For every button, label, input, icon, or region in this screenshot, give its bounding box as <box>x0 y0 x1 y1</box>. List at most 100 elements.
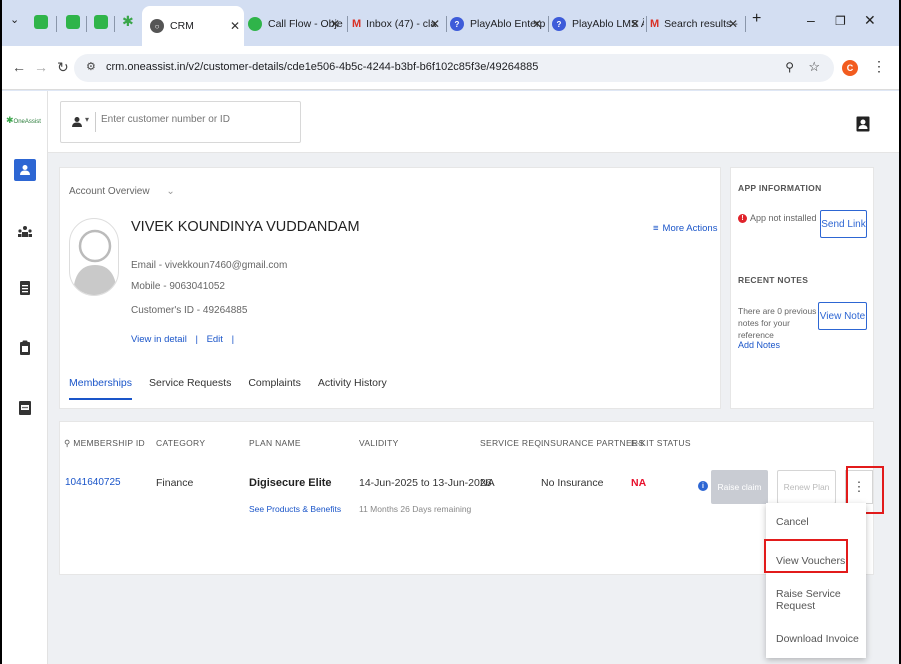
profile-avatar[interactable]: C <box>842 60 858 76</box>
tab-activity-history[interactable]: Activity History <box>318 377 387 400</box>
person-icon <box>20 165 30 175</box>
alert-icon: ! <box>738 214 747 223</box>
tab-service-requests[interactable]: Service Requests <box>149 377 231 400</box>
tab-playablo-enterprise[interactable]: ? PlayAblo Enterp ✕ <box>450 10 546 38</box>
sidebar-item-clipboard[interactable] <box>14 337 36 359</box>
customer-name: VIVEK KOUNDINYA VUDDANDAM <box>131 219 360 235</box>
forward-icon[interactable]: → <box>34 59 48 75</box>
close-icon[interactable]: ✕ <box>728 17 738 31</box>
new-tab-button[interactable]: + <box>752 10 761 28</box>
close-icon[interactable]: ✕ <box>330 17 340 31</box>
header-label: MEMBERSHIP ID <box>73 438 145 448</box>
app-status: App not installed <box>750 213 817 223</box>
validity-value: 14-Jun-2025 to 13-Jun-2026 <box>359 477 492 489</box>
row-actions-menu: Cancel View Vouchers Raise Service Reque… <box>766 503 866 658</box>
person-dropdown-icon[interactable] <box>71 116 83 128</box>
renew-plan-button[interactable]: Renew Plan <box>777 470 836 504</box>
list-icon: ≡ <box>653 223 659 234</box>
site-info-icon[interactable]: ⚙ <box>86 60 96 73</box>
chevron-down-icon[interactable]: ⌄ <box>166 186 174 197</box>
add-notes-link[interactable]: Add Notes <box>738 340 780 350</box>
sidebar-item-documents[interactable] <box>14 277 36 299</box>
kebab-menu-icon[interactable]: ⋮ <box>872 58 886 75</box>
more-actions-button[interactable]: ≡ More Actions <box>653 223 717 234</box>
tab-call-flow[interactable]: Call Flow - Obje ✕ <box>248 10 344 38</box>
close-icon[interactable]: ✕ <box>532 17 542 31</box>
sidebar: ✱OneAssist <box>2 91 48 664</box>
menu-item-download-invoice[interactable]: Download Invoice <box>766 620 866 658</box>
customer-mobile: Mobile - 9063041052 <box>131 281 225 292</box>
zoom-icon[interactable]: ⚲ <box>785 60 794 74</box>
close-window-icon[interactable]: ✕ <box>864 12 876 29</box>
info-icon[interactable]: i <box>698 481 708 491</box>
close-icon[interactable]: ✕ <box>230 19 240 33</box>
minimize-icon[interactable]: – <box>807 12 815 28</box>
pinned-tab-icon[interactable] <box>66 15 80 29</box>
oneassist-logo[interactable]: ✱OneAssist <box>6 115 41 126</box>
sidebar-item-customer[interactable] <box>14 159 36 181</box>
recent-notes-title: RECENT NOTES <box>738 275 809 285</box>
header-membership-id: ⚲ MEMBERSHIP ID <box>64 438 145 449</box>
plan-name-value: Digisecure Elite <box>249 477 332 489</box>
highlight-box <box>764 539 848 573</box>
chevron-down-icon[interactable]: ▾ <box>85 115 89 124</box>
search-input[interactable] <box>101 114 291 125</box>
menu-item-raise-service-request[interactable]: Raise Service Request <box>766 581 866 619</box>
membership-id-link[interactable]: 1041640725 <box>65 477 121 488</box>
address-bar-row: ← → ↻ ⚙ crm.oneassist.in/v2/customer-det… <box>2 46 899 90</box>
oneassist-tab-icon[interactable]: ✱ <box>122 13 134 30</box>
header-service-req: SERVICE REQ. <box>480 438 544 448</box>
view-in-detail-link[interactable]: View in detail <box>131 334 187 345</box>
tab-crm[interactable]: ○ CRM ✕ <box>142 6 244 46</box>
browser-window: ⌄ ✱ ○ CRM ✕ Call Flow - Obje ✕ M Inbox (… <box>2 0 899 664</box>
address-bar[interactable]: ⚙ crm.oneassist.in/v2/customer-details/c… <box>74 54 834 82</box>
memberships-table: ⚲ MEMBERSHIP ID CATEGORY PLAN NAME VALID… <box>59 421 874 575</box>
contact-card-icon[interactable] <box>856 116 870 132</box>
pinned-tab-icon[interactable] <box>34 15 48 29</box>
tab-playablo-lms[interactable]: ? PlayAblo LMS Â ✕ <box>552 10 644 38</box>
see-products-link[interactable]: See Products & Benefits <box>249 504 341 514</box>
tab-memberships[interactable]: Memberships <box>69 377 133 400</box>
tab-inbox[interactable]: M Inbox (47) - cla ✕ <box>352 10 444 38</box>
tab-label: Inbox (47) - cla <box>366 18 437 30</box>
tab-complaints[interactable]: Complaints <box>248 377 301 400</box>
close-icon[interactable]: ✕ <box>430 17 440 31</box>
header-category: CATEGORY <box>156 438 206 448</box>
tab-search-results[interactable]: M Search results - ✕ <box>650 10 742 38</box>
menu-item-cancel[interactable]: Cancel <box>766 503 866 541</box>
more-actions-label: More Actions <box>662 223 718 234</box>
account-overview-card: Account Overview ⌄ VIVEK KOUNDINYA VUDDA… <box>59 167 721 409</box>
header-validity: VALIDITY <box>359 438 399 448</box>
sidebar-item-chat[interactable] <box>14 397 36 419</box>
customer-search[interactable]: ▾ <box>60 101 301 143</box>
document-icon <box>20 281 30 295</box>
app-info-title: APP INFORMATION <box>738 183 822 193</box>
pinned-tab-icon[interactable] <box>94 15 108 29</box>
restore-icon[interactable]: ❐ <box>835 14 846 28</box>
gmail-icon: M <box>352 18 362 30</box>
account-overview-label[interactable]: Account Overview ⌄ <box>69 186 175 197</box>
gmail-icon: M <box>650 18 660 30</box>
reload-icon[interactable]: ↻ <box>57 59 69 76</box>
send-link-button[interactable]: Send Link <box>820 210 867 238</box>
tab-label: Search results - <box>664 18 738 30</box>
service-req-value: NA <box>480 477 495 489</box>
edit-link[interactable]: Edit <box>207 334 223 345</box>
tab-search-chevron-icon[interactable]: ⌄ <box>10 13 19 26</box>
detail-links: View in detail | Edit | <box>131 334 234 345</box>
sidebar-item-group[interactable] <box>14 221 36 243</box>
close-icon[interactable]: ✕ <box>630 17 640 31</box>
playablo-icon: ? <box>552 17 566 31</box>
group-icon <box>18 226 32 237</box>
remaining-value: 11 Months 26 Days remaining <box>359 504 472 514</box>
header-insurance-partners: INSURANCE PARTNERS <box>541 438 645 448</box>
bookmark-star-icon[interactable]: ☆ <box>808 59 820 75</box>
raise-claim-button[interactable]: Raise claim <box>711 470 768 504</box>
app-information-card: APP INFORMATION ! App not installed Send… <box>730 167 874 409</box>
notes-text: There are 0 previous notes for your refe… <box>738 306 817 340</box>
view-note-button[interactable]: View Note <box>818 302 867 330</box>
divider: | <box>195 334 198 345</box>
call-flow-icon <box>248 17 262 31</box>
chat-icon <box>19 401 31 415</box>
back-icon[interactable]: ← <box>12 59 26 75</box>
